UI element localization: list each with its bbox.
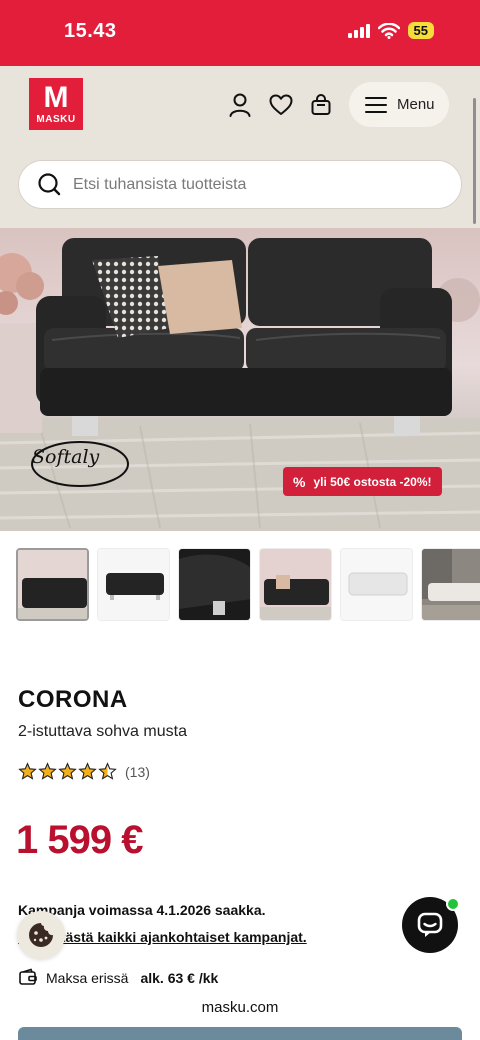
star-icon <box>78 762 97 780</box>
logo-mark: M <box>43 80 69 114</box>
product-price: 1 599 € <box>16 818 143 862</box>
cookie-icon <box>29 923 53 947</box>
cookie-settings-button[interactable] <box>17 911 65 959</box>
user-icon[interactable] <box>227 92 253 118</box>
browser-url-bar[interactable]: masku.com <box>180 992 300 1022</box>
status-bar: 15.43 55 <box>0 0 480 66</box>
thumbnail-4[interactable] <box>259 548 332 621</box>
thumbnail-2[interactable] <box>97 548 170 621</box>
heart-icon[interactable] <box>268 92 294 118</box>
promo-badge[interactable]: % yli 50€ ostosta -20%! <box>283 467 442 496</box>
star-icon <box>58 762 77 780</box>
masku-logo[interactable]: M MASKU <box>29 78 83 130</box>
product-hero-image[interactable]: Softaly % yli 50€ ostosta -20%! <box>0 228 480 531</box>
search-placeholder: Etsi tuhansista tuotteista <box>73 175 247 193</box>
installment-info: Maksa erissä alk. 63 € /kk <box>18 968 218 988</box>
half-star-icon <box>98 762 117 780</box>
payment-label: Maksa erissä <box>46 970 129 986</box>
add-to-cart-button[interactable] <box>18 1027 462 1040</box>
wallet-icon <box>19 968 37 985</box>
site-header: M MASKU Menu Etsi tuhansista tuotteista <box>0 66 480 228</box>
star-icon <box>38 762 57 780</box>
thumbnail-6[interactable] <box>421 548 480 621</box>
promo-text: yli 50€ ostosta -20%! <box>313 474 432 489</box>
online-indicator <box>446 897 460 911</box>
star-icon <box>18 762 37 780</box>
thumbnail-strip <box>16 548 480 621</box>
chat-icon <box>417 912 443 937</box>
status-icons: 55 <box>347 22 434 39</box>
menu-label: Menu <box>397 96 435 113</box>
search-input[interactable]: Etsi tuhansista tuotteista <box>18 160 462 209</box>
product-name: CORONA <box>18 686 128 713</box>
chat-button[interactable] <box>402 897 460 953</box>
scrollbar-thumb[interactable] <box>473 98 476 224</box>
product-rating[interactable]: (13) <box>18 762 150 781</box>
battery-indicator: 55 <box>407 22 434 39</box>
bag-icon[interactable] <box>308 92 334 118</box>
percent-icon: % <box>293 473 306 490</box>
product-description: 2-istuttava sohva musta <box>18 723 187 740</box>
wifi-icon <box>377 22 400 39</box>
thumbnail-3[interactable] <box>178 548 251 621</box>
hamburger-icon <box>365 96 387 113</box>
status-time: 15.43 <box>64 20 117 42</box>
payment-amount: alk. 63 € /kk <box>140 970 219 986</box>
logo-text: MASKU <box>36 113 76 125</box>
search-icon <box>38 172 61 195</box>
signal-icon <box>347 23 370 38</box>
review-count: (13) <box>125 763 150 780</box>
thumbnail-1[interactable] <box>16 548 89 621</box>
brand-logo: Softaly <box>32 446 100 468</box>
menu-button[interactable]: Menu <box>349 82 449 127</box>
thumbnail-5[interactable] <box>340 548 413 621</box>
star-rating <box>18 762 117 781</box>
